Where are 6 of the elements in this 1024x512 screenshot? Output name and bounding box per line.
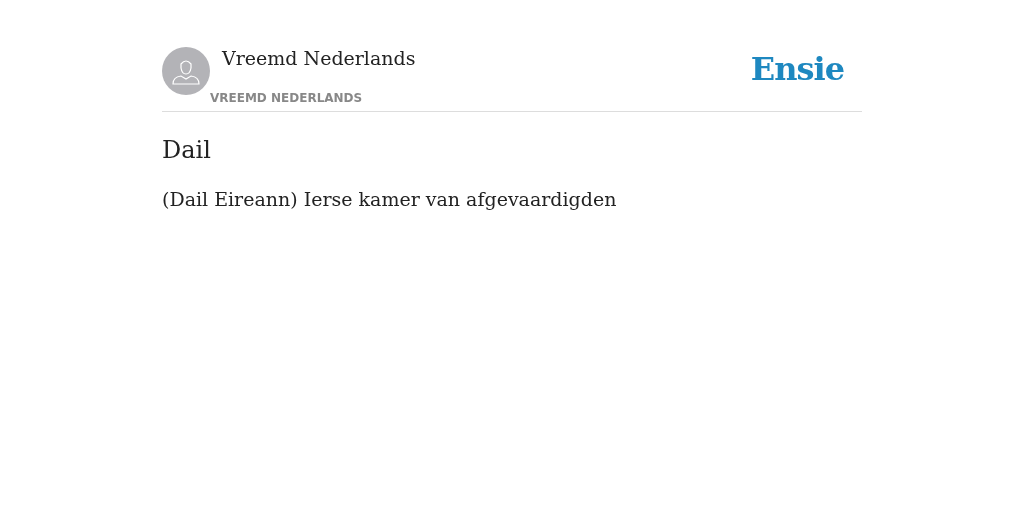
site-logo[interactable]: Ensie (750, 50, 844, 88)
category-label[interactable]: VREEMD NEDERLANDS (210, 91, 416, 105)
entry-definition: (Dail Eireann) Ierse kamer van afgevaardigden (162, 188, 618, 210)
author-name[interactable]: Vreemd Nederlands (222, 47, 416, 69)
entry-title: Dail (162, 136, 212, 164)
avatar-icon (162, 47, 210, 95)
